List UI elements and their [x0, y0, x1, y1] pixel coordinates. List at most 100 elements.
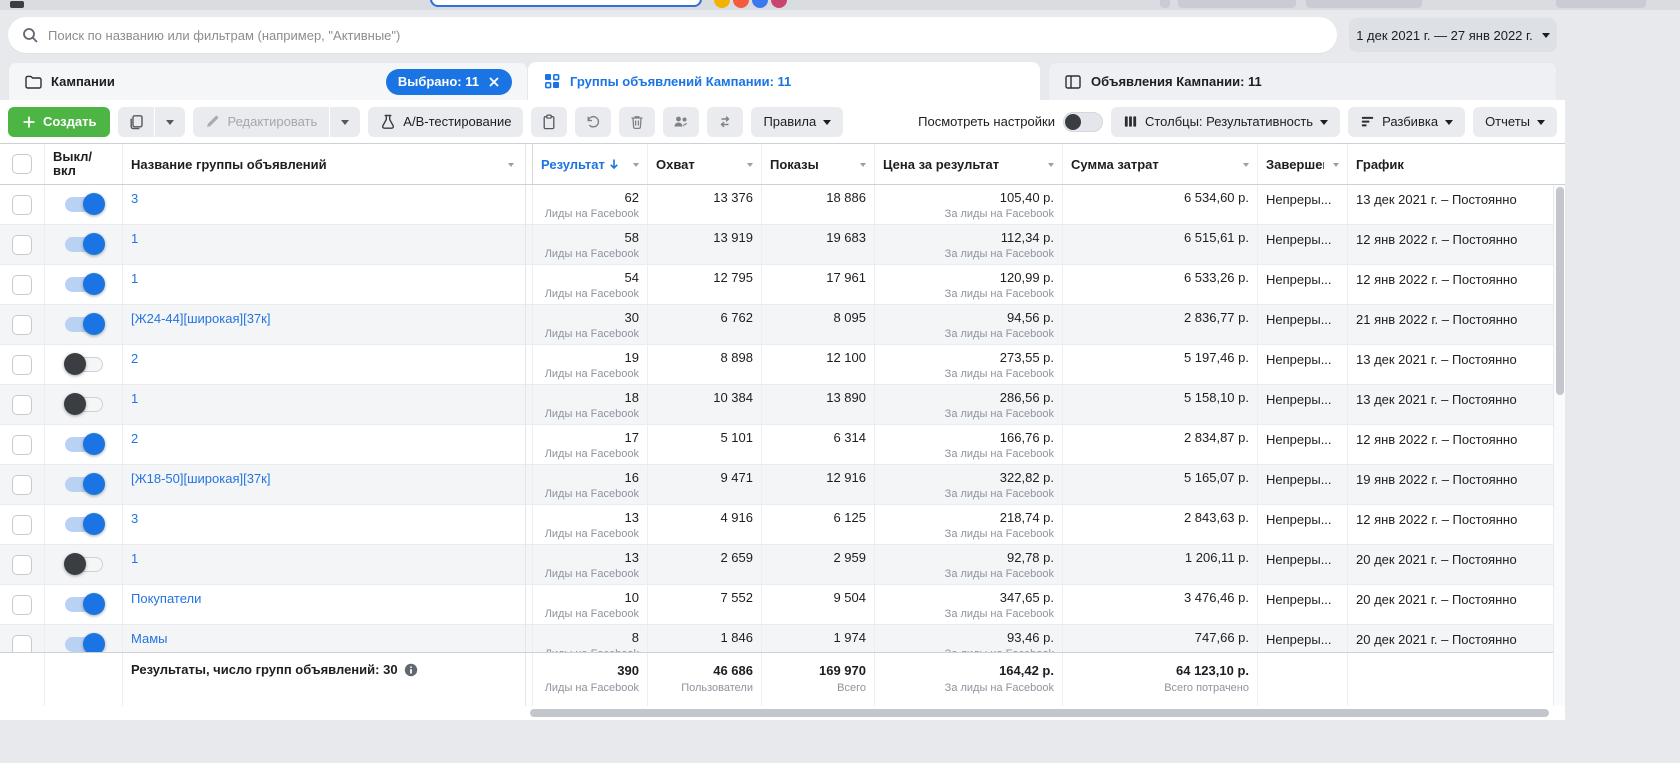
adset-name-link[interactable]: 1 [131, 229, 138, 246]
impressions-value: 19 683 [770, 229, 866, 246]
column-header-spent[interactable]: Сумма затрат [1063, 144, 1258, 184]
row-toggle[interactable] [65, 477, 103, 492]
row-checkbox[interactable] [12, 515, 32, 535]
row-toggle[interactable] [65, 597, 103, 612]
adset-name-link[interactable]: 2 [131, 429, 138, 446]
column-header-reach[interactable]: Охват [648, 144, 762, 184]
row-checkbox-cell [0, 385, 45, 424]
adset-name-link[interactable]: 1 [131, 269, 138, 286]
reports-button[interactable]: Отчеты [1473, 107, 1557, 137]
row-toggle[interactable] [65, 517, 103, 532]
column-header-ends[interactable]: Завершен [1258, 144, 1348, 184]
toolbar-right: Посмотреть настройки Столбцы: Результати… [918, 107, 1557, 137]
cost-per-result-value: 92,78 р. [883, 549, 1054, 566]
reach-value: 4 916 [656, 509, 753, 526]
adset-name-link[interactable]: 2 [131, 349, 138, 366]
chevron-down-icon [1320, 120, 1328, 129]
export-button[interactable] [707, 107, 743, 137]
tab-ads[interactable]: Объявления Кампании: 11 [1048, 62, 1557, 100]
ends-value: Непреры... [1266, 429, 1332, 447]
adset-name-link[interactable]: 1 [131, 389, 138, 406]
edit-dropdown-button[interactable] [330, 107, 360, 137]
ab-test-button[interactable]: А/В-тестирование [368, 107, 523, 137]
row-checkbox[interactable] [12, 355, 32, 375]
spent-cell: 1 206,11 р. [1063, 545, 1258, 584]
row-checkbox-cell [0, 305, 45, 344]
select-all-checkbox[interactable] [12, 154, 32, 174]
row-checkbox-cell [0, 265, 45, 304]
reach-cell: 13 376 [648, 185, 762, 224]
adset-name-link[interactable]: 3 [131, 189, 138, 206]
row-toggle[interactable] [65, 197, 103, 212]
paste-button[interactable] [531, 107, 567, 137]
tab-campaigns[interactable]: Кампании Выбрано: 11 [8, 62, 528, 100]
row-toggle[interactable] [65, 397, 103, 412]
row-checkbox[interactable] [12, 555, 32, 575]
row-toggle[interactable] [65, 357, 103, 372]
close-icon[interactable] [488, 76, 500, 88]
row-checkbox[interactable] [12, 595, 32, 615]
result-cell: 62 Лиды на Facebook [533, 185, 648, 224]
ends-cell: Непреры... [1258, 265, 1348, 304]
tab-ad-sets[interactable]: Группы объявлений Кампании: 11 [528, 62, 1040, 100]
duplicate-dropdown-button[interactable] [155, 107, 185, 137]
ends-value: Непреры... [1266, 309, 1332, 327]
row-checkbox[interactable] [12, 195, 32, 215]
column-header-impressions[interactable]: Показы [762, 144, 875, 184]
cost-per-result-cell: 94,56 р. За лиды на Facebook [875, 305, 1063, 344]
row-checkbox[interactable] [12, 235, 32, 255]
row-toggle[interactable] [65, 437, 103, 452]
adset-name-link[interactable]: 1 [131, 549, 138, 566]
search-input[interactable] [48, 28, 1323, 43]
breakdown-button[interactable]: Разбивка [1348, 107, 1465, 137]
create-button[interactable]: Создать [8, 107, 110, 137]
adset-name-link[interactable]: [Ж18-50][широкая][37к] [131, 469, 270, 486]
row-toggle[interactable] [65, 317, 103, 332]
spent-value: 5 197,46 р. [1071, 349, 1249, 366]
column-header-schedule[interactable]: График [1348, 144, 1565, 184]
column-header-cost-per-result[interactable]: Цена за результат [875, 144, 1063, 184]
row-checkbox[interactable] [12, 635, 32, 653]
rules-button[interactable]: Правила [751, 107, 843, 137]
edit-button[interactable]: Редактировать [193, 107, 329, 137]
reach-cell: 8 898 [648, 345, 762, 384]
ends-value: Непреры... [1266, 269, 1332, 287]
columns-button[interactable]: Столбцы: Результативность [1111, 107, 1340, 137]
undo-button[interactable] [575, 107, 611, 137]
row-toggle[interactable] [65, 277, 103, 292]
audiences-button[interactable] [663, 107, 699, 137]
column-header-result[interactable]: Результат [533, 144, 648, 184]
date-range-button[interactable]: 1 дек 2021 г. — 27 янв 2022 г. [1349, 18, 1557, 52]
row-toggle[interactable] [65, 637, 103, 652]
cost-per-result-subtext: За лиды на Facebook [883, 327, 1054, 341]
column-header-name[interactable]: Название группы объявлений [123, 144, 533, 184]
horizontal-scrollbar[interactable] [530, 709, 1549, 717]
result-subtext: Лиды на Facebook [541, 447, 639, 461]
reach-value: 12 795 [656, 269, 753, 286]
result-value: 30 [541, 309, 639, 326]
ads-icon [1064, 73, 1082, 91]
vertical-scrollbar[interactable] [1556, 187, 1564, 395]
info-icon[interactable] [404, 663, 418, 677]
delete-button[interactable] [619, 107, 655, 137]
row-toggle-cell [45, 305, 123, 344]
row-toggle[interactable] [65, 237, 103, 252]
search-bar[interactable] [8, 17, 1337, 53]
row-checkbox[interactable] [12, 275, 32, 295]
row-checkbox[interactable] [12, 395, 32, 415]
row-checkbox[interactable] [12, 315, 32, 335]
view-settings-toggle[interactable] [1063, 112, 1103, 132]
adset-name-link[interactable]: [Ж24-44][широкая][37к] [131, 309, 270, 326]
adset-name-link[interactable]: Покупатели [131, 589, 201, 606]
result-cell: 16 Лиды на Facebook [533, 465, 648, 504]
row-checkbox[interactable] [12, 435, 32, 455]
duplicate-button[interactable] [118, 107, 154, 137]
row-checkbox[interactable] [12, 475, 32, 495]
result-subtext: Лиды на Facebook [541, 607, 639, 621]
browser-logo-icon [10, 1, 24, 8]
cost-per-result-subtext: За лиды на Facebook [883, 487, 1054, 501]
row-toggle[interactable] [65, 557, 103, 572]
adset-name-link[interactable]: 3 [131, 509, 138, 526]
adset-name-link[interactable]: Мамы [131, 629, 168, 646]
tab-ad-sets-label: Группы объявлений Кампании: 11 [570, 74, 791, 89]
